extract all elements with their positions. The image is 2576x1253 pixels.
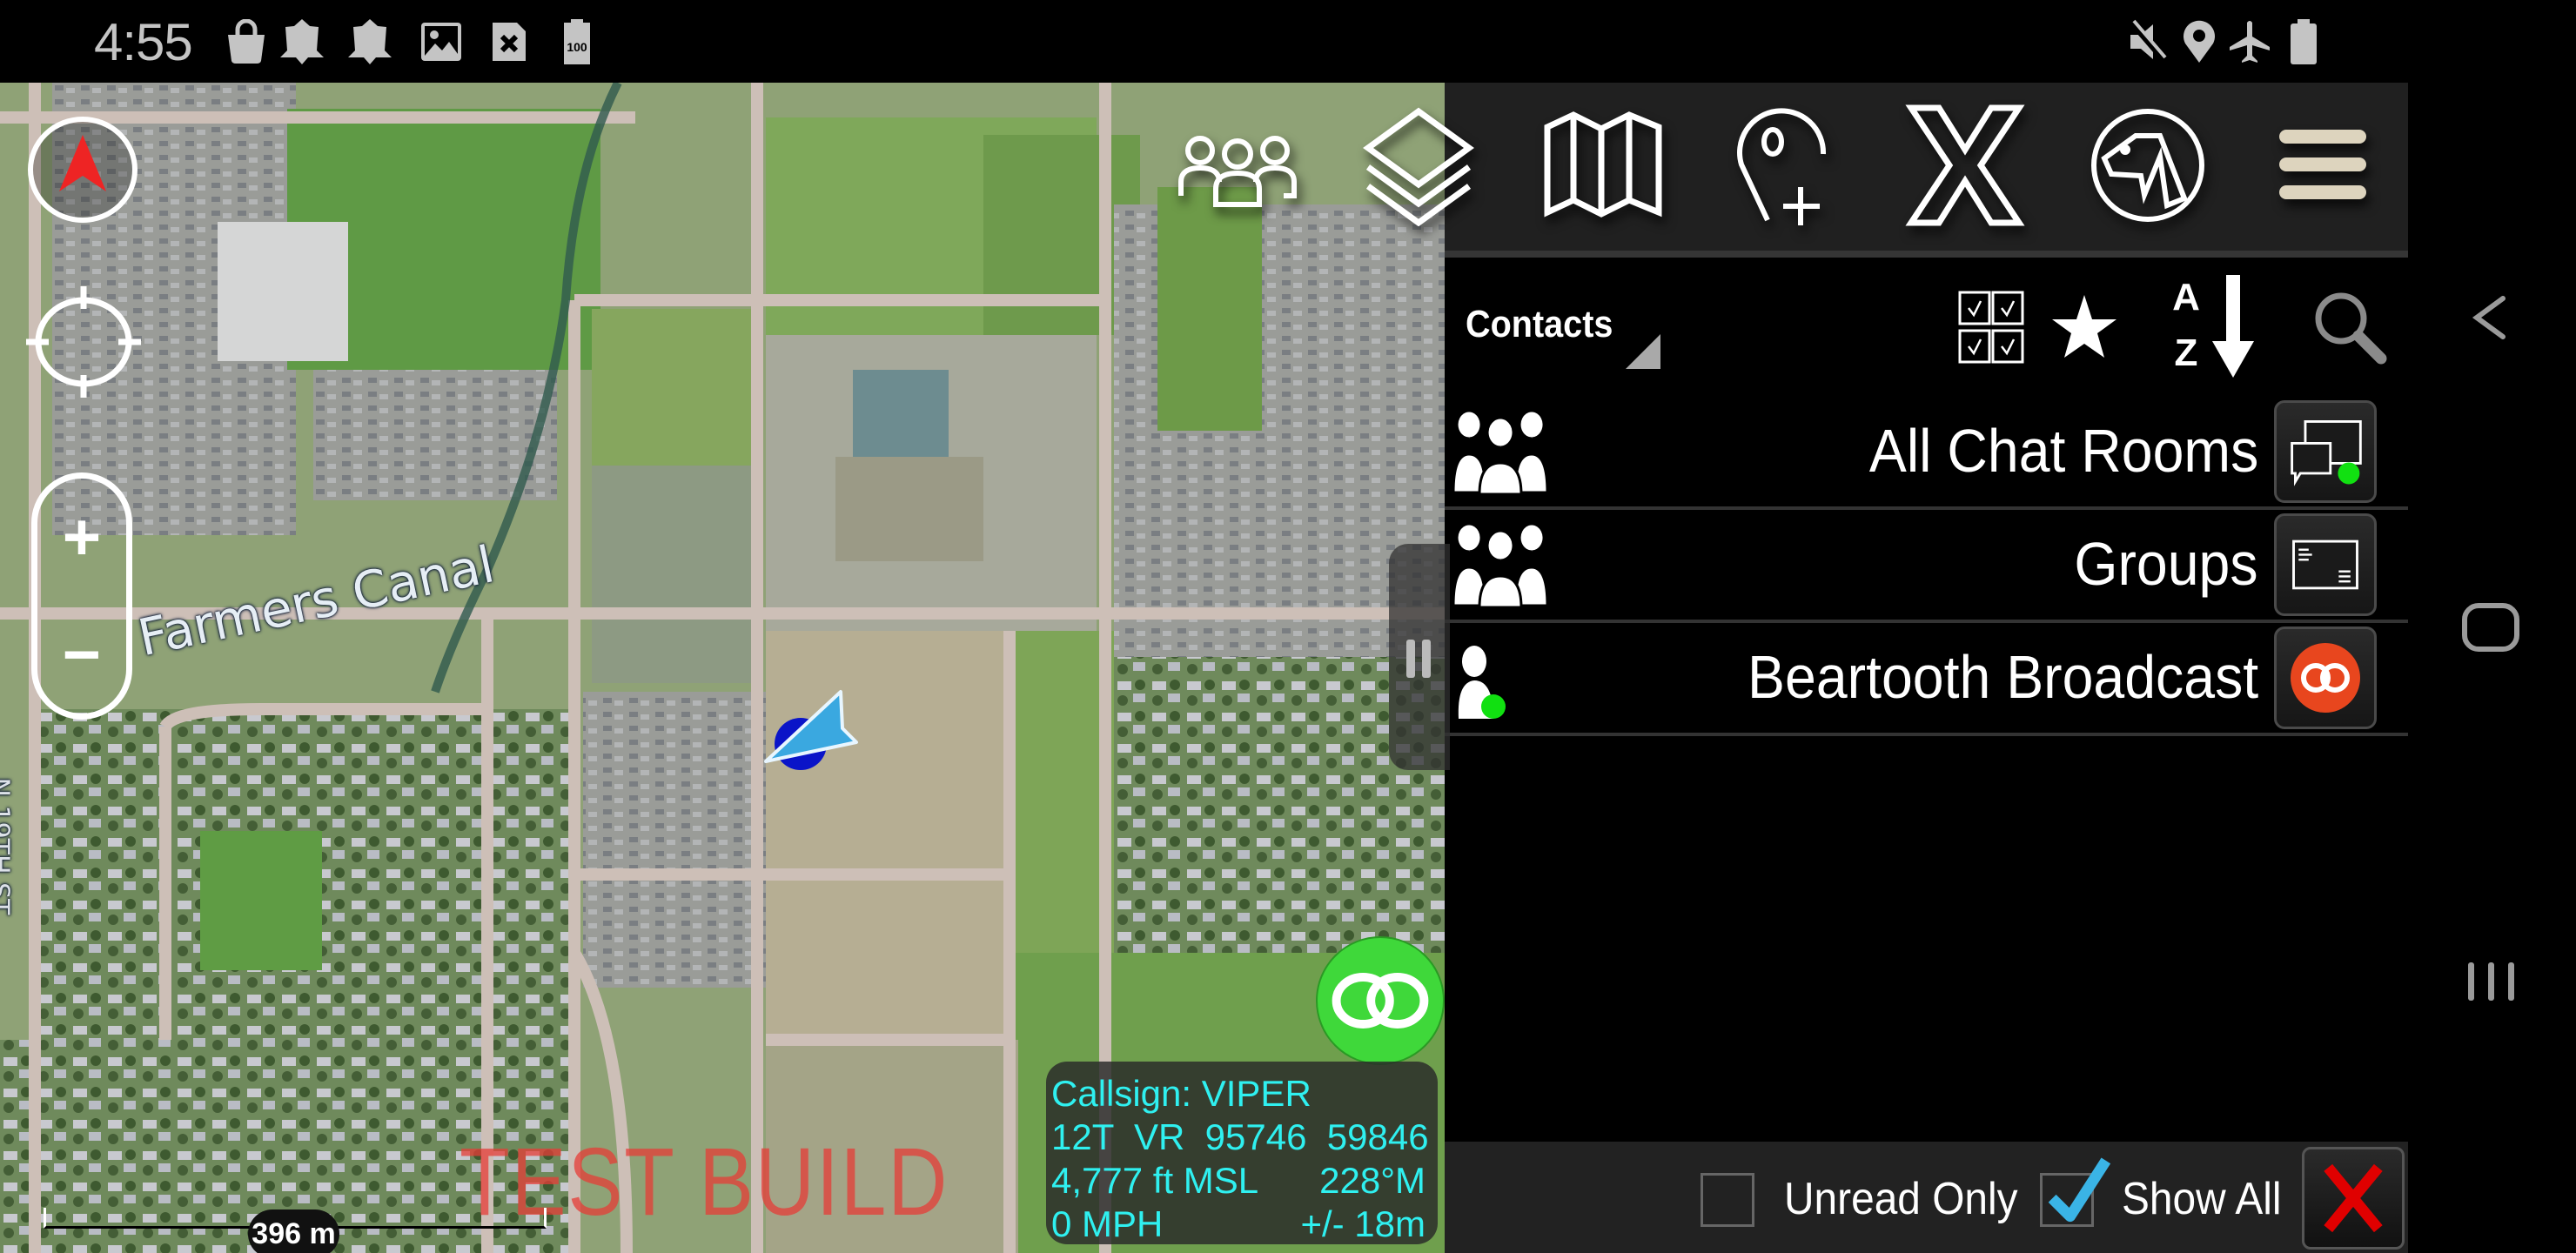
battery-icon bbox=[2282, 19, 2325, 64]
compass-north-icon bbox=[28, 117, 138, 223]
accuracy-text: +/- 18m bbox=[1300, 1203, 1426, 1244]
svg-text:Z: Z bbox=[2175, 332, 2198, 374]
filter-bar: Unread Only Show All bbox=[1445, 1142, 2408, 1253]
navigation-bar bbox=[2408, 83, 2576, 1253]
back-button[interactable] bbox=[2443, 270, 2539, 365]
menu-toolbar-button[interactable] bbox=[2245, 91, 2402, 239]
chat-rooms-icon bbox=[2291, 420, 2362, 486]
contact-row-all-chat-rooms[interactable]: All Chat Rooms bbox=[1445, 397, 2408, 510]
map-label-street: N 19TH ST bbox=[0, 778, 15, 915]
contacts-filter-dropdown[interactable]: Contacts bbox=[1445, 258, 1671, 397]
altitude-text: 4,777 ft MSL bbox=[1051, 1160, 1259, 1201]
recents-icon bbox=[2468, 962, 2514, 1001]
add-point-toolbar-button[interactable] bbox=[1707, 91, 1864, 239]
zoom-in-button[interactable]: + bbox=[37, 479, 126, 596]
crosshair-icon bbox=[26, 286, 141, 398]
select-all-button[interactable] bbox=[1948, 284, 2035, 371]
mgrs-coordinate: 12T VR 95746 59846 bbox=[1051, 1116, 1429, 1157]
compass-button[interactable] bbox=[26, 113, 139, 226]
contact-row-beartooth-broadcast[interactable]: Beartooth Broadcast bbox=[1445, 623, 2408, 736]
shopping-bag-icon bbox=[225, 18, 268, 64]
zoom-out-button[interactable]: − bbox=[37, 596, 126, 714]
show-all-label: Show All bbox=[2122, 1174, 2282, 1224]
svg-text:100: 100 bbox=[567, 40, 587, 54]
layers-icon bbox=[1363, 107, 1474, 226]
handle-grip-icon bbox=[1406, 640, 1415, 678]
close-red-x-icon bbox=[2324, 1163, 2383, 1233]
sort-button[interactable]: A Z bbox=[2167, 268, 2271, 381]
search-button[interactable] bbox=[2306, 284, 2393, 371]
status-time: 4:55 bbox=[94, 13, 193, 71]
beartooth-link-icon bbox=[1332, 973, 1429, 1029]
group-details-icon bbox=[2292, 539, 2358, 590]
self-location-marker[interactable] bbox=[759, 683, 863, 779]
group-details-button[interactable] bbox=[2274, 513, 2377, 616]
group-icon bbox=[1452, 409, 1549, 496]
person-online-icon bbox=[1458, 646, 1506, 719]
callsign-text: Callsign: VIPER bbox=[1051, 1073, 1311, 1114]
beartooth-dog-icon bbox=[2091, 109, 2204, 222]
unread-only-label: Unread Only bbox=[1784, 1174, 2018, 1224]
add-marker-icon bbox=[1737, 108, 1827, 225]
sort-az-icon: A Z bbox=[2172, 275, 2254, 378]
recents-button[interactable] bbox=[2443, 934, 2539, 1029]
speed-text: 0 MPH bbox=[1051, 1203, 1164, 1244]
layers-toolbar-button[interactable] bbox=[1340, 91, 1497, 239]
screen: 4:55 100 Farmers Canal 19TH ST + − Conta… bbox=[0, 0, 2576, 1253]
map-icon bbox=[1544, 111, 1662, 218]
home-icon bbox=[2462, 603, 2519, 652]
mute-icon bbox=[2127, 19, 2170, 64]
close-x-icon bbox=[1905, 104, 2025, 226]
contacts-panel: Contacts A Z All Chat Rooms Groups Beart… bbox=[1445, 258, 2408, 1142]
contact-row-groups[interactable]: Groups bbox=[1445, 510, 2408, 623]
search-icon bbox=[2315, 292, 2387, 365]
unread-only-checkbox[interactable] bbox=[1701, 1173, 1754, 1227]
battery-100-icon: 100 bbox=[555, 19, 599, 64]
maps-toolbar-button[interactable] bbox=[1525, 91, 1681, 239]
self-arrow-icon bbox=[764, 690, 858, 770]
select-all-icon bbox=[1958, 291, 2024, 364]
sim-error-icon bbox=[487, 19, 531, 64]
handle-grip-icon bbox=[1422, 640, 1431, 678]
contacts-title: Contacts bbox=[1466, 303, 1613, 345]
locate-me-button[interactable] bbox=[24, 283, 143, 401]
svg-text:A: A bbox=[2172, 276, 2200, 318]
beartooth-status-button[interactable] bbox=[1316, 936, 1445, 1065]
contacts-group-icon bbox=[1178, 136, 1297, 207]
home-button[interactable] bbox=[2443, 580, 2539, 676]
contact-row-label: All Chat Rooms bbox=[1868, 417, 2258, 485]
zoom-control: + − bbox=[31, 472, 132, 720]
self-info-panel[interactable]: Callsign: VIPER 12T VR 95746 59846 4,777… bbox=[1046, 1062, 1438, 1244]
contacts-toolbar-button[interactable] bbox=[1159, 91, 1316, 239]
airplane-mode-icon bbox=[2228, 19, 2271, 64]
notification-badge-icon bbox=[280, 19, 324, 64]
heading-text: 228°M bbox=[1319, 1160, 1426, 1201]
beartooth-toolbar-button[interactable] bbox=[2070, 91, 2226, 239]
contact-row-label: Beartooth Broadcast bbox=[1747, 643, 2258, 711]
show-all-checkbox[interactable] bbox=[2040, 1157, 2111, 1227]
close-panel-button[interactable] bbox=[2302, 1147, 2405, 1250]
scale-label: 396 m bbox=[248, 1209, 339, 1253]
group-icon bbox=[1452, 522, 1549, 609]
toolbar-separator bbox=[1445, 251, 2408, 258]
back-icon bbox=[2472, 296, 2506, 339]
contact-row-label: Groups bbox=[2074, 530, 2258, 598]
status-bar: 4:55 100 bbox=[0, 0, 2576, 83]
checkmark-icon bbox=[2048, 1157, 2111, 1223]
favorite-star-icon bbox=[2052, 295, 2116, 358]
close-tool-toolbar-button[interactable] bbox=[1887, 91, 2043, 239]
gallery-icon bbox=[419, 19, 463, 64]
panel-drawer-handle[interactable] bbox=[1389, 544, 1450, 770]
hamburger-menu-icon bbox=[2279, 130, 2366, 199]
chat-rooms-button[interactable] bbox=[2274, 400, 2377, 503]
beartooth-broadcast-icon bbox=[2291, 643, 2360, 713]
dropdown-triangle-icon bbox=[1626, 334, 1660, 369]
location-icon bbox=[2177, 19, 2221, 64]
beartooth-broadcast-button[interactable] bbox=[2274, 626, 2377, 729]
notification-badge-icon bbox=[348, 19, 392, 64]
favorites-filter-button[interactable] bbox=[2045, 288, 2123, 366]
